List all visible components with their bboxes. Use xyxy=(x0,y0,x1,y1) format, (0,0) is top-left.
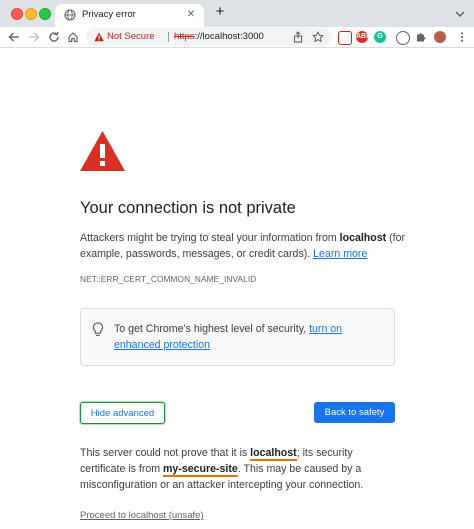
error-code: NET::ERR_CERT_COMMON_NAME_INVALID xyxy=(80,274,257,284)
star-icon xyxy=(312,31,324,42)
arrow-left-icon xyxy=(8,32,19,42)
advanced-details: This server could not prove that it is l… xyxy=(80,445,400,493)
enhanced-protection-callout: To get Chrome’s highest level of securit… xyxy=(80,308,395,366)
zoom-window-button[interactable] xyxy=(39,8,51,20)
share-icon xyxy=(293,31,303,43)
extension-1-icon[interactable] xyxy=(338,31,352,45)
details-text-1: This server could not prove that it is xyxy=(80,447,251,459)
arrow-right-icon xyxy=(29,32,40,42)
new-tab-button[interactable]: + xyxy=(212,4,228,20)
page-title: Your connection is not private xyxy=(80,199,296,217)
intro-paragraph: Attackers might be trying to steal your … xyxy=(80,230,410,262)
bookmark-button[interactable] xyxy=(311,30,325,44)
minimize-window-button[interactable] xyxy=(25,8,37,20)
hide-advanced-button[interactable]: Hide advanced xyxy=(80,402,165,424)
reload-button[interactable] xyxy=(47,30,61,44)
back-to-safety-button[interactable]: Back to safety xyxy=(314,402,395,423)
close-window-button[interactable] xyxy=(11,8,23,20)
grammarly-icon[interactable]: G xyxy=(374,31,386,43)
learn-more-link[interactable]: Learn more xyxy=(313,248,367,260)
url-host: ://localhost:3000 xyxy=(194,31,264,42)
share-button[interactable] xyxy=(291,30,305,44)
more-vert-icon xyxy=(460,32,464,42)
callout-body: To get Chrome’s highest level of securit… xyxy=(114,323,310,335)
forward-button[interactable] xyxy=(27,30,41,44)
back-button[interactable] xyxy=(7,30,21,44)
menu-button[interactable] xyxy=(455,30,469,44)
url-scheme: https xyxy=(174,31,195,42)
omnibox-divider xyxy=(168,32,169,42)
details-issuer: my-secure-site xyxy=(163,463,238,477)
globe-icon xyxy=(64,9,76,21)
callout-text: To get Chrome’s highest level of securit… xyxy=(114,321,384,353)
url-text[interactable]: https://localhost:3000 xyxy=(174,31,264,42)
adblock-icon[interactable]: ABP xyxy=(356,31,371,43)
lightbulb-icon xyxy=(92,322,104,336)
tab-privacy-error[interactable]: Privacy error ✕ xyxy=(55,4,204,27)
chevron-down-icon[interactable] xyxy=(453,7,467,21)
browser-toolbar: Not Secure https://localhost:3000 ABP G xyxy=(0,27,474,48)
tab-strip: Privacy error ✕ + xyxy=(0,0,474,27)
not-secure-label[interactable]: Not Secure xyxy=(107,31,155,42)
home-icon xyxy=(68,32,78,43)
reload-icon xyxy=(49,31,59,42)
avatar[interactable] xyxy=(434,31,446,43)
extensions-button[interactable] xyxy=(414,30,428,44)
alert-icon xyxy=(80,131,125,171)
warning-icon[interactable] xyxy=(94,32,104,42)
tab-title: Privacy error xyxy=(82,9,136,20)
puzzle-icon xyxy=(417,33,426,42)
extension-4-icon[interactable] xyxy=(396,31,410,45)
intro-host: localhost xyxy=(339,232,387,244)
details-host: localhost xyxy=(250,447,297,461)
proceed-unsafe-link[interactable]: Proceed to localhost (unsafe) xyxy=(80,510,204,521)
home-button[interactable] xyxy=(66,30,80,44)
close-tab-icon[interactable]: ✕ xyxy=(184,8,198,22)
intro-text: Attackers might be trying to steal your … xyxy=(80,232,340,244)
